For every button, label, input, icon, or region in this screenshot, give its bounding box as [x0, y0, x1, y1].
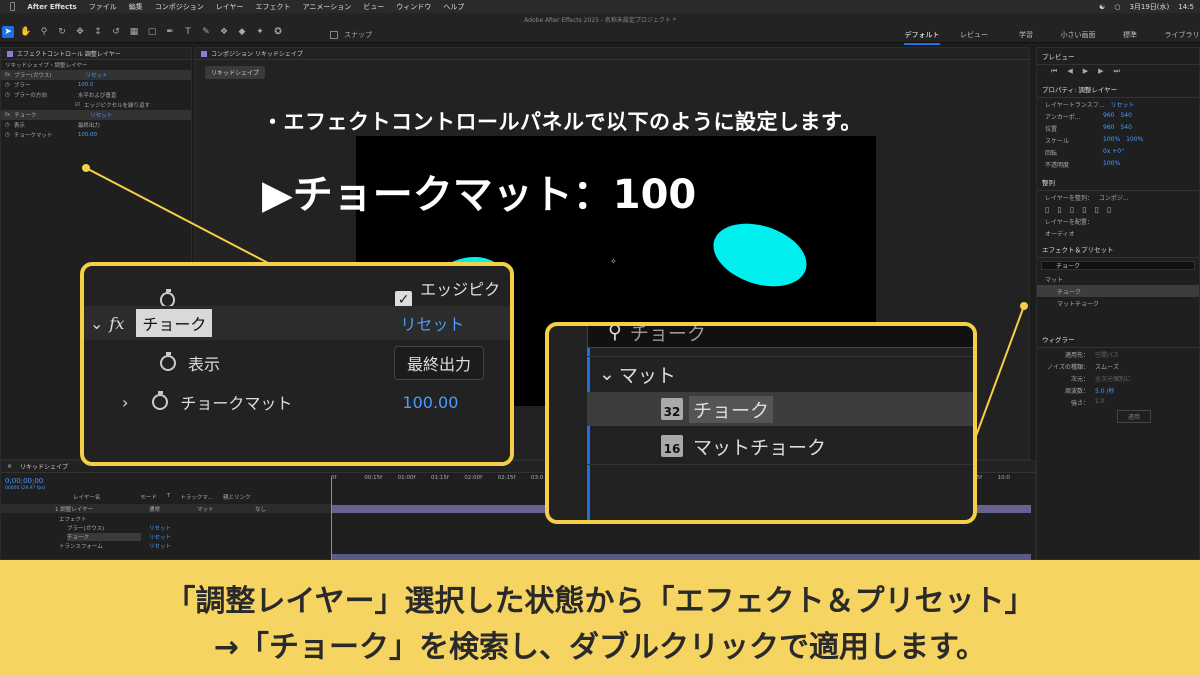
- zoom-tree-group-matte[interactable]: ⌄ マット: [587, 360, 973, 388]
- instruction-banner: 「調整レイヤー」選択した状態から「エフェクト＆プリセット」 →「チョーク」を検索…: [0, 560, 1200, 675]
- zoom-search-value: チョーク: [629, 322, 706, 345]
- banner-line-1: 「調整レイヤー」選択した状態から「エフェクト＆プリセット」: [165, 584, 1035, 619]
- choke-effect-label[interactable]: チョーク: [136, 309, 213, 337]
- view-dropdown[interactable]: 最終出力: [394, 346, 485, 380]
- callout-dot: [1020, 302, 1028, 310]
- zoom-callout-effects-presets: ⚲ チョーク ⌄ マット 32 チョーク 16 マットチョーク: [545, 322, 977, 524]
- chevron-down-icon[interactable]: ⌄: [599, 363, 615, 385]
- stopwatch-icon[interactable]: [160, 352, 176, 371]
- bit-depth-16-icon: 16: [661, 435, 683, 457]
- fx-icon: fx: [109, 313, 125, 333]
- zoom-tree-item-matte-choke[interactable]: 16 マットチョーク: [587, 430, 973, 462]
- callout-line-effect-controls: [85, 167, 271, 265]
- zoom-row-choke[interactable]: ⌄ fx チョーク リセット: [84, 306, 510, 340]
- choke-matte-value[interactable]: 100.00: [402, 393, 458, 412]
- chevron-down-icon[interactable]: ⌄: [90, 314, 103, 333]
- view-label: 表示: [188, 355, 221, 374]
- callout-dot: [82, 164, 90, 172]
- choke-matte-label: チョークマット: [180, 394, 293, 413]
- tree-item-label: マットチョーク: [693, 436, 827, 459]
- tree-group-label: マット: [618, 364, 676, 387]
- tree-item-label: チョーク: [689, 395, 774, 423]
- zoom-tree-item-choke[interactable]: 32 チョーク: [587, 392, 973, 426]
- choke-reset-link[interactable]: リセット: [400, 311, 464, 335]
- zoom-row-choke-matte[interactable]: › チョークマット 100.00: [84, 390, 510, 414]
- banner-line-2: →「チョーク」を検索し、ダブルクリックで適用します。: [213, 630, 987, 665]
- search-icon: ⚲: [608, 322, 622, 343]
- zoom-callout-effect-controls: ✓ エッジピクセ ⌄ fx チョーク リセット 表示 最終出力 › チョークマッ…: [80, 262, 514, 466]
- zoom-row-view[interactable]: 表示 最終出力: [84, 346, 510, 380]
- divider: [587, 356, 973, 357]
- divider: [587, 464, 973, 465]
- bit-depth-32-icon: 32: [661, 398, 683, 420]
- zoom-search-field[interactable]: ⚲ チョーク: [587, 322, 973, 348]
- chevron-right-icon[interactable]: ›: [122, 393, 128, 412]
- stopwatch-icon[interactable]: [152, 391, 169, 410]
- callout-line-presets: [975, 305, 1025, 437]
